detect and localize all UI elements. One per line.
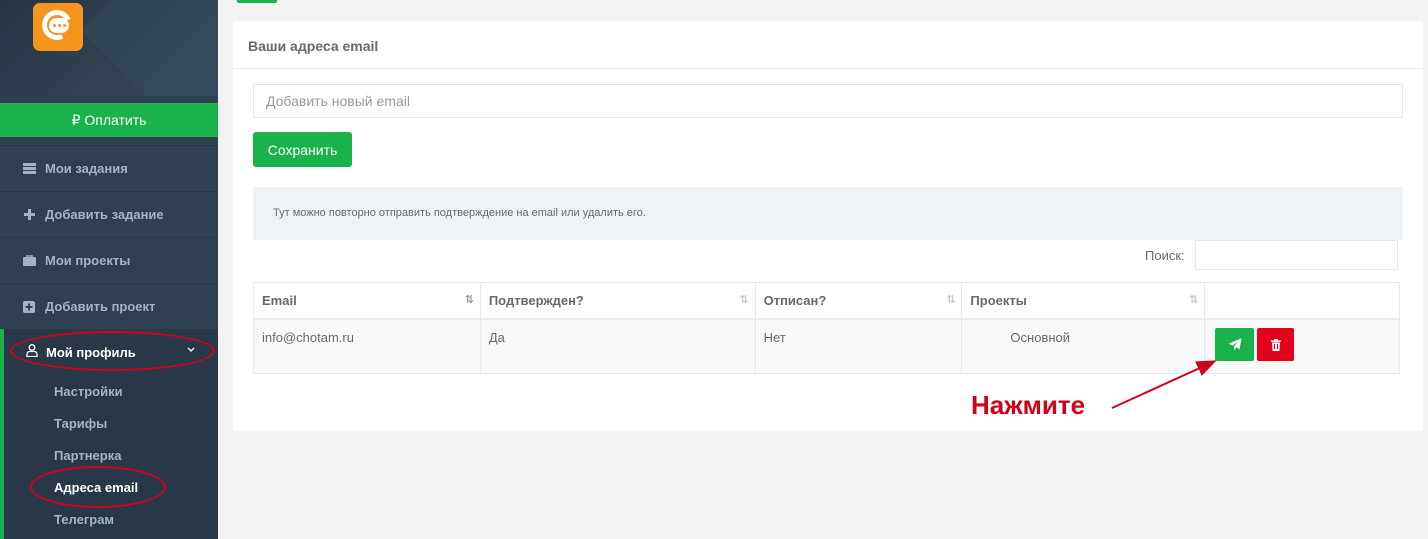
annotation-ellipse-profile [10,331,215,371]
cell-projects: Основной [961,318,1206,374]
paper-plane-icon [1228,338,1241,351]
panel-divider [233,68,1423,69]
pay-button[interactable]: ₽ Оплатить [0,103,218,137]
column-header-projects[interactable]: Проекты ⇅ [961,282,1206,320]
sidebar-item-my-projects[interactable]: Мои проекты [0,237,218,283]
sidebar-header [0,0,218,96]
panel-title: Ваши адреса email [248,38,379,54]
column-header-email[interactable]: Email ⇅ [253,282,481,320]
tasks-list-icon [22,162,36,176]
delete-email-button[interactable] [1257,328,1294,361]
save-button[interactable]: Сохранить [253,132,352,167]
sidebar: ₽ Оплатить Мои задания Добавить задание … [0,0,218,539]
sidebar-item-add-task[interactable]: Добавить задание [0,191,218,237]
column-header-confirmed[interactable]: Подтвержден? ⇅ [479,282,756,320]
cell-unsubscribed: Нет [754,318,963,374]
trash-icon [1270,338,1281,351]
cell-confirmed: Да [479,318,756,374]
sidebar-subitem-telegram[interactable]: Телеграм [54,512,114,527]
search-label: Поиск: [1145,248,1185,263]
sidebar-item-label: Добавить задание [45,207,164,222]
sort-asc-icon: ⇅ [464,294,474,306]
plus-icon [22,208,36,222]
annotation-label: Нажмите [971,390,1086,420]
resend-confirmation-button[interactable] [1215,328,1254,361]
sidebar-item-label: Мои задания [45,161,128,176]
plus-square-icon [22,300,36,314]
sidebar-item-add-project[interactable]: Добавить проект [0,283,218,329]
sidebar-subitem-settings[interactable]: Настройки [54,384,123,399]
project-name: Основной [1010,329,1071,345]
sidebar-item-label: Мои проекты [45,253,131,268]
sidebar-subitem-partner[interactable]: Партнерка [54,448,121,463]
annotation-ellipse-email [30,466,166,508]
sort-icon: ⇅ [739,294,748,306]
logo[interactable] [33,3,83,51]
column-header-unsubscribed[interactable]: Отписан? ⇅ [754,282,963,320]
new-email-input[interactable] [253,84,1403,118]
sidebar-item-label: Добавить проект [45,299,156,314]
info-box: Тут можно повторно отправить подтвержден… [253,187,1403,240]
info-text: Тут можно повторно отправить подтвержден… [273,207,646,219]
search-input[interactable] [1195,240,1398,270]
briefcase-icon [22,254,36,268]
column-header-actions [1204,282,1400,320]
top-button-stub[interactable] [237,0,277,3]
email-panel: Ваши адреса email Сохранить Тут можно по… [233,21,1423,431]
sort-icon: ⇅ [1189,294,1198,306]
sidebar-subitem-tariffs[interactable]: Тарифы [54,416,107,431]
cell-email: info@chotam.ru [253,318,481,374]
sidebar-item-my-tasks[interactable]: Мои задания [0,145,218,191]
sort-icon: ⇅ [946,294,955,306]
